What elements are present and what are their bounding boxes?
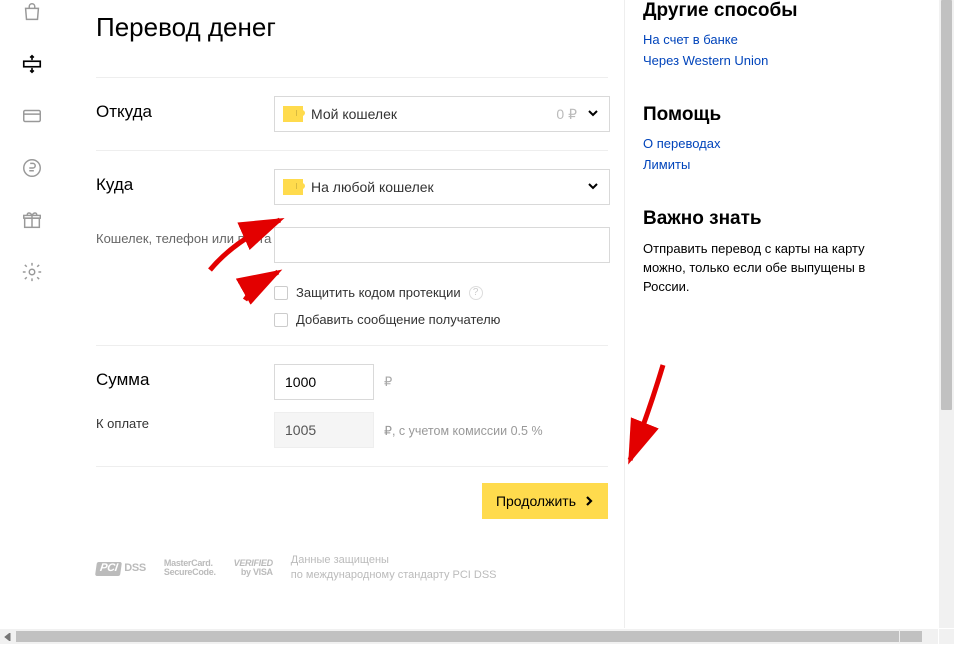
nav-ruble-icon[interactable] <box>20 156 44 180</box>
chevron-down-icon <box>587 179 599 195</box>
to-row: Куда На любой кошелек <box>96 151 608 223</box>
from-value: Мой кошелек <box>311 106 397 122</box>
other-ways-link-wu[interactable]: Через Western Union <box>643 53 904 68</box>
help-link-limits[interactable]: Лимиты <box>643 157 904 172</box>
continue-button[interactable]: Продолжить <box>482 483 608 519</box>
nav-settings-icon[interactable] <box>20 260 44 284</box>
amount-currency: ₽ <box>384 374 392 390</box>
other-ways-title: Другие способы <box>643 0 904 22</box>
protect-label: Защитить кодом протекции <box>296 285 461 300</box>
other-ways-link-bank[interactable]: На счет в банке <box>643 32 904 47</box>
nav-gift-icon[interactable] <box>20 208 44 232</box>
to-pay-row: К оплате ₽, с учетом комиссии 0.5 % <box>96 408 608 466</box>
amount-row: Сумма ₽ <box>96 346 608 408</box>
recipient-input[interactable] <box>274 227 610 263</box>
checkbox-icon <box>274 286 288 300</box>
from-row: Откуда Мой кошелек 0 ₽ <box>96 78 608 150</box>
help-link-about[interactable]: О переводах <box>643 136 904 151</box>
from-label: Откуда <box>96 96 274 122</box>
right-sidebar: Другие способы На счет в банке Через Wes… <box>624 0 924 628</box>
amount-label: Сумма <box>96 364 274 390</box>
help-title: Помощь <box>643 104 904 126</box>
to-value: На любой кошелек <box>311 179 434 195</box>
verified-by-visa-badge: VERIFIED by VISA <box>234 559 273 578</box>
pci-dss-badge: PCI DSS <box>96 562 146 576</box>
security-badges: PCI DSS MasterCard. SecureCode. VERIFIED… <box>96 553 608 584</box>
scroll-right-btn[interactable] <box>899 629 938 644</box>
checkbox-icon <box>274 313 288 327</box>
to-select[interactable]: На любой кошелек <box>274 169 610 205</box>
security-note: Данные защищены по международному станда… <box>291 553 497 584</box>
nav-shop-icon[interactable] <box>20 0 44 24</box>
to-pay-value <box>274 412 374 448</box>
scroll-left-btn[interactable] <box>0 629 16 644</box>
recipient-label: Кошелек, телефон или почта <box>96 227 274 246</box>
main-content: Перевод денег Откуда Мой кошелек 0 ₽ <box>64 0 624 628</box>
vertical-scrollbar-thumb[interactable] <box>941 0 952 410</box>
amount-input[interactable] <box>274 364 374 400</box>
recipient-row: Кошелек, телефон или почта Защитить кодо… <box>96 223 608 345</box>
help-icon[interactable]: ? <box>469 286 483 300</box>
page-title: Перевод денег <box>96 12 608 43</box>
sidebar-nav <box>0 0 64 628</box>
protect-checkbox[interactable]: Защитить кодом протекции ? <box>274 285 610 300</box>
from-balance: 0 ₽ <box>556 106 577 123</box>
important-title: Важно знать <box>643 208 904 230</box>
horizontal-scrollbar[interactable] <box>0 629 938 644</box>
continue-label: Продолжить <box>496 493 576 509</box>
nav-transfer-icon[interactable] <box>20 52 44 76</box>
attach-message-label: Добавить сообщение получателю <box>296 312 500 327</box>
chevron-right-icon <box>584 493 594 509</box>
vertical-scrollbar[interactable] <box>939 0 954 628</box>
nav-card-icon[interactable] <box>20 104 44 128</box>
mastercard-securecode-badge: MasterCard. SecureCode. <box>164 559 216 578</box>
scrollbar-corner <box>939 629 954 644</box>
attach-message-checkbox[interactable]: Добавить сообщение получателю <box>274 312 610 327</box>
to-label: Куда <box>96 169 274 195</box>
from-select[interactable]: Мой кошелек 0 ₽ <box>274 96 610 132</box>
chevron-down-icon <box>587 106 599 122</box>
wallet-icon <box>283 179 303 195</box>
to-pay-label: К оплате <box>96 412 274 431</box>
wallet-icon <box>283 106 303 122</box>
to-pay-note: ₽, с учетом комиссии 0.5 % <box>384 423 543 438</box>
important-text: Отправить перевод с карты на карту можно… <box>643 240 904 297</box>
horizontal-scrollbar-thumb[interactable] <box>16 631 922 642</box>
